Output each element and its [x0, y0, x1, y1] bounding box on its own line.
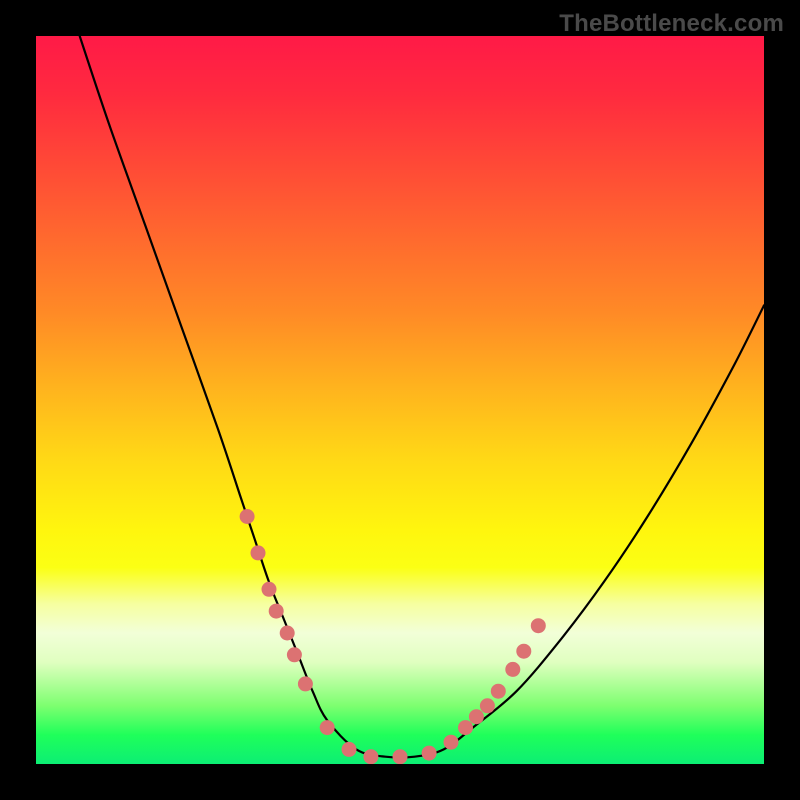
bottleneck-curve	[80, 36, 764, 758]
marker-point	[505, 662, 520, 677]
marker-point	[531, 618, 546, 633]
marker-point	[251, 545, 266, 560]
watermark-text: TheBottleneck.com	[559, 10, 784, 38]
marker-point	[444, 735, 459, 750]
marker-point	[269, 604, 284, 619]
marker-point	[491, 684, 506, 699]
marker-point	[516, 644, 531, 659]
marker-point	[287, 647, 302, 662]
marker-point	[422, 746, 437, 761]
marker-point	[363, 749, 378, 764]
plot-area	[36, 36, 764, 764]
marker-point	[393, 749, 408, 764]
marker-point	[469, 709, 484, 724]
marker-point	[298, 676, 313, 691]
marker-point	[262, 582, 277, 597]
marker-point	[480, 698, 495, 713]
chart-frame: TheBottleneck.com	[0, 0, 800, 800]
chart-svg	[36, 36, 764, 764]
marker-point	[280, 626, 295, 641]
marker-point	[342, 742, 357, 757]
marker-group	[240, 509, 546, 764]
marker-point	[240, 509, 255, 524]
marker-point	[458, 720, 473, 735]
marker-point	[320, 720, 335, 735]
